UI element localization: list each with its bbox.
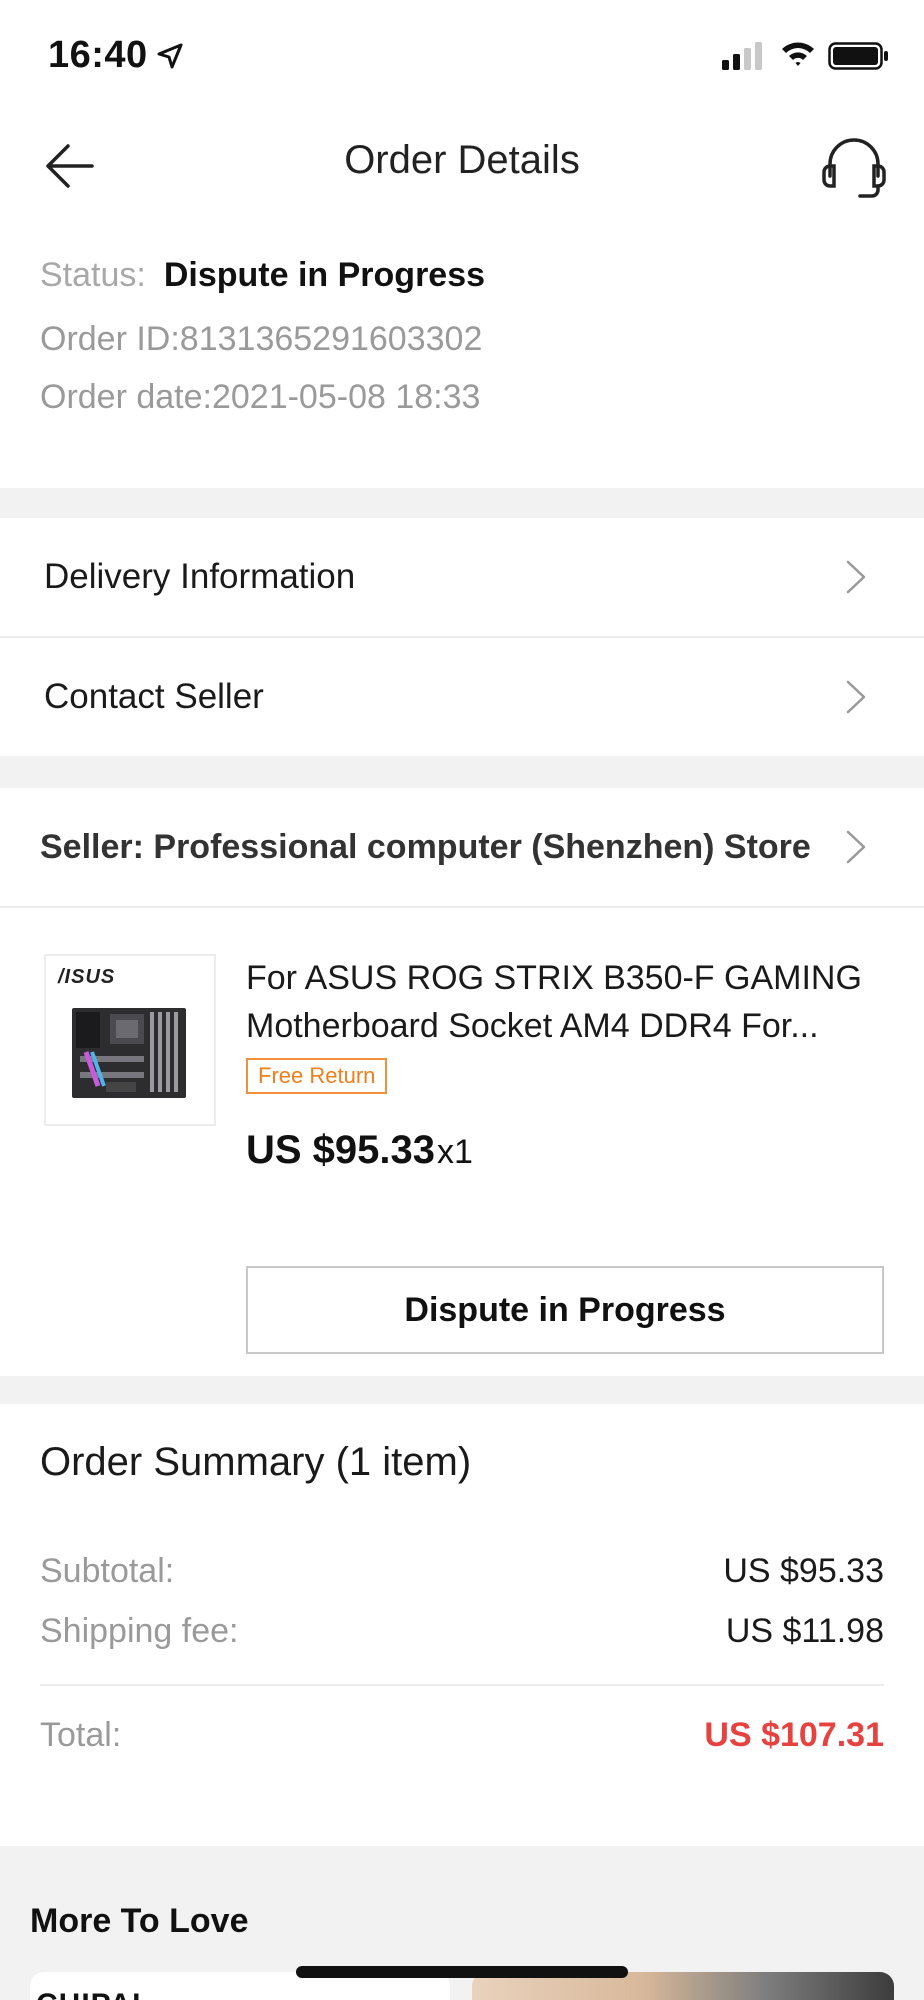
chevron-right-icon — [846, 680, 866, 714]
shipping-fee-value: US $11.98 — [725, 1612, 884, 1650]
headset-icon — [822, 138, 886, 198]
contact-seller-link[interactable]: Contact Seller — [0, 638, 924, 756]
subtotal-row: Subtotal: US $95.33 — [40, 1552, 884, 1591]
shipping-fee-row: Shipping fee: US $11.98 — [40, 1612, 884, 1651]
location-arrow-icon — [157, 43, 183, 69]
row-divider — [0, 906, 924, 908]
more-to-love-title: More To Love — [30, 1902, 249, 1940]
chevron-right-icon — [846, 560, 866, 594]
product-thumbnail[interactable]: /ISUS — [44, 954, 216, 1126]
cellular-signal-icon — [722, 42, 762, 70]
motherboard-image — [72, 1008, 186, 1098]
section-divider — [0, 488, 924, 518]
customer-support-button[interactable] — [820, 134, 888, 200]
free-return-badge: Free Return — [246, 1058, 388, 1094]
dispute-in-progress-button[interactable]: Dispute in Progress — [246, 1266, 884, 1354]
status-value: Dispute in Progress — [163, 256, 486, 294]
total-value: US $107.31 — [704, 1716, 884, 1754]
section-divider — [0, 756, 924, 788]
order-date: Order date:2021-05-08 18:33 — [40, 378, 481, 416]
battery-icon — [828, 42, 888, 70]
card-brand-logo: CHIPAI — [36, 1988, 141, 2000]
home-indicator[interactable] — [296, 1966, 628, 1978]
delivery-information-label: Delivery Information — [44, 557, 356, 596]
status-bar: 16:40 — [0, 0, 924, 110]
contact-seller-label: Contact Seller — [44, 677, 264, 716]
nav-header: Order Details — [0, 110, 924, 220]
product-title[interactable]: For ASUS ROG STRIX B350-F GAMING Motherb… — [246, 954, 866, 1050]
total-label: Total: — [40, 1716, 122, 1754]
delivery-information-link[interactable]: Delivery Information — [0, 518, 924, 636]
order-status: Status: Dispute in Progress — [40, 256, 884, 295]
price-value: US $95.33 — [246, 1128, 436, 1172]
status-time: 16:40 — [48, 34, 148, 76]
summary-divider — [40, 1684, 884, 1686]
section-divider — [0, 1376, 924, 1404]
total-row: Total: US $107.31 — [40, 1716, 884, 1755]
shipping-fee-label: Shipping fee: — [40, 1612, 239, 1650]
order-meta: Status: Dispute in Progress Order ID:813… — [40, 256, 884, 417]
quantity: x1 — [437, 1133, 473, 1171]
chevron-right-icon — [846, 830, 866, 864]
seller-store-link[interactable]: Seller: Professional computer (Shenzhen)… — [0, 788, 924, 906]
subtotal-value: US $95.33 — [723, 1552, 884, 1590]
status-label: Status: — [40, 256, 146, 294]
page-title: Order Details — [344, 138, 580, 182]
subtotal-label: Subtotal: — [40, 1552, 175, 1590]
order-summary-title: Order Summary (1 item) — [40, 1440, 472, 1484]
product-price: US $95.33x1 — [246, 1128, 473, 1173]
order-id: Order ID:8131365291603302 — [40, 320, 483, 358]
wifi-icon — [782, 42, 814, 66]
seller-name: Seller: Professional computer (Shenzhen)… — [40, 827, 811, 866]
